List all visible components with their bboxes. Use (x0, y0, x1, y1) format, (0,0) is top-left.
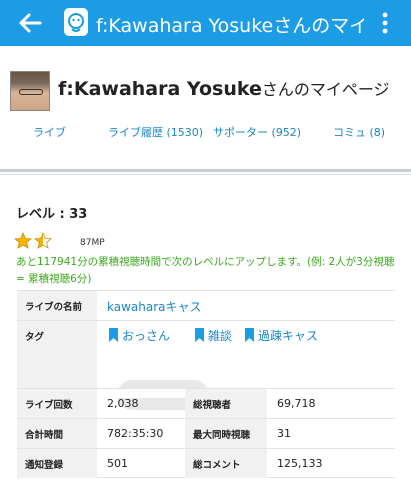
app-bar-title: f:Kawahara Yosukeさんのマイペ (96, 15, 364, 37)
stat-value: 125,133 (277, 457, 323, 470)
stats-row: 通知登録 501 総コメント 125,133 (17, 448, 395, 478)
tag-item[interactable]: おっさん (109, 327, 170, 347)
tag-item-label: 雑談 (208, 329, 233, 343)
level-label: レベル : 33 (16, 207, 88, 222)
level-stars (14, 232, 53, 249)
tab-supporters[interactable]: サポーター (952) (213, 124, 301, 140)
arrow-left-icon[interactable] (14, 7, 46, 39)
stat-value: 2,038 (107, 397, 139, 410)
stat-label: 通知登録 (17, 449, 97, 478)
avatar[interactable] (10, 71, 50, 111)
star-full-icon (14, 232, 33, 249)
tab-live[interactable]: ライブ (33, 124, 66, 140)
more-vertical-icon[interactable] (378, 9, 392, 37)
profile-name-suffix: さんのマイページ (261, 80, 390, 99)
table-row: ライブの名前 kawaharaキャス (17, 290, 395, 320)
stat-value: 31 (277, 427, 291, 440)
stat-label: 総コメント (185, 449, 267, 478)
tab-live-history[interactable]: ライブ履歴 (1530) (108, 124, 203, 140)
stats-row: 合計時間 782:35:30 最大同時視聴 31 (17, 418, 395, 448)
stat-value: 501 (107, 457, 128, 470)
tag-item-label: おっさん (122, 329, 171, 343)
stat-label: 最大同時視聴 (185, 419, 267, 448)
stat-label: 合計時間 (17, 419, 97, 448)
profile-name: f:Kawahara Yosuke (58, 78, 262, 100)
profile-header: f:Kawahara Yosukeさんのマイページ (0, 46, 411, 168)
tag-item-label: 過疎キャス (258, 329, 319, 343)
app-bar: f:Kawahara Yosukeさんのマイペ (0, 0, 411, 46)
tag-item[interactable]: 雑談 (195, 327, 232, 347)
live-name-label: ライブの名前 (17, 291, 97, 320)
divider (0, 174, 411, 175)
bookmark-icon (195, 328, 204, 342)
stat-value: 782:35:30 (107, 427, 164, 440)
level-up-text: あと117941分の累積視聴時間で次のレベルにアップします。(例: 2人が3分視… (16, 256, 395, 285)
mp-value: 87MP (80, 238, 105, 248)
page-title: f:Kawahara Yosukeさんのマイページ (58, 76, 390, 100)
avatar-glasses (19, 89, 43, 95)
live-name-value[interactable]: kawaharaキャス (107, 298, 202, 315)
twitcasting-logo-icon[interactable] (64, 8, 88, 36)
bookmark-icon (245, 328, 254, 342)
tag-label: タグ (17, 321, 97, 388)
star-half-icon (33, 232, 53, 249)
divider (0, 169, 411, 172)
tag-item[interactable]: 過疎キャス (245, 327, 318, 347)
stat-value: 69,718 (277, 397, 316, 410)
bookmark-icon (109, 328, 118, 342)
tab-community[interactable]: コミュ (8) (333, 124, 385, 140)
stat-label: ライブ回数 (17, 389, 97, 418)
tag-list: おっさん 雑談 過疎キャス (109, 327, 389, 347)
table-row: タグ おっさん 雑談 過疎キャス » タグの設定 (17, 320, 395, 410)
stats-row: ライブ回数 2,038 総視聴者 69,718 (17, 388, 395, 418)
stat-label: 総視聴者 (185, 389, 267, 418)
profile-tabs: ライブ ライブ履歴 (1530) サポーター (952) コミュ (8) (0, 124, 411, 144)
